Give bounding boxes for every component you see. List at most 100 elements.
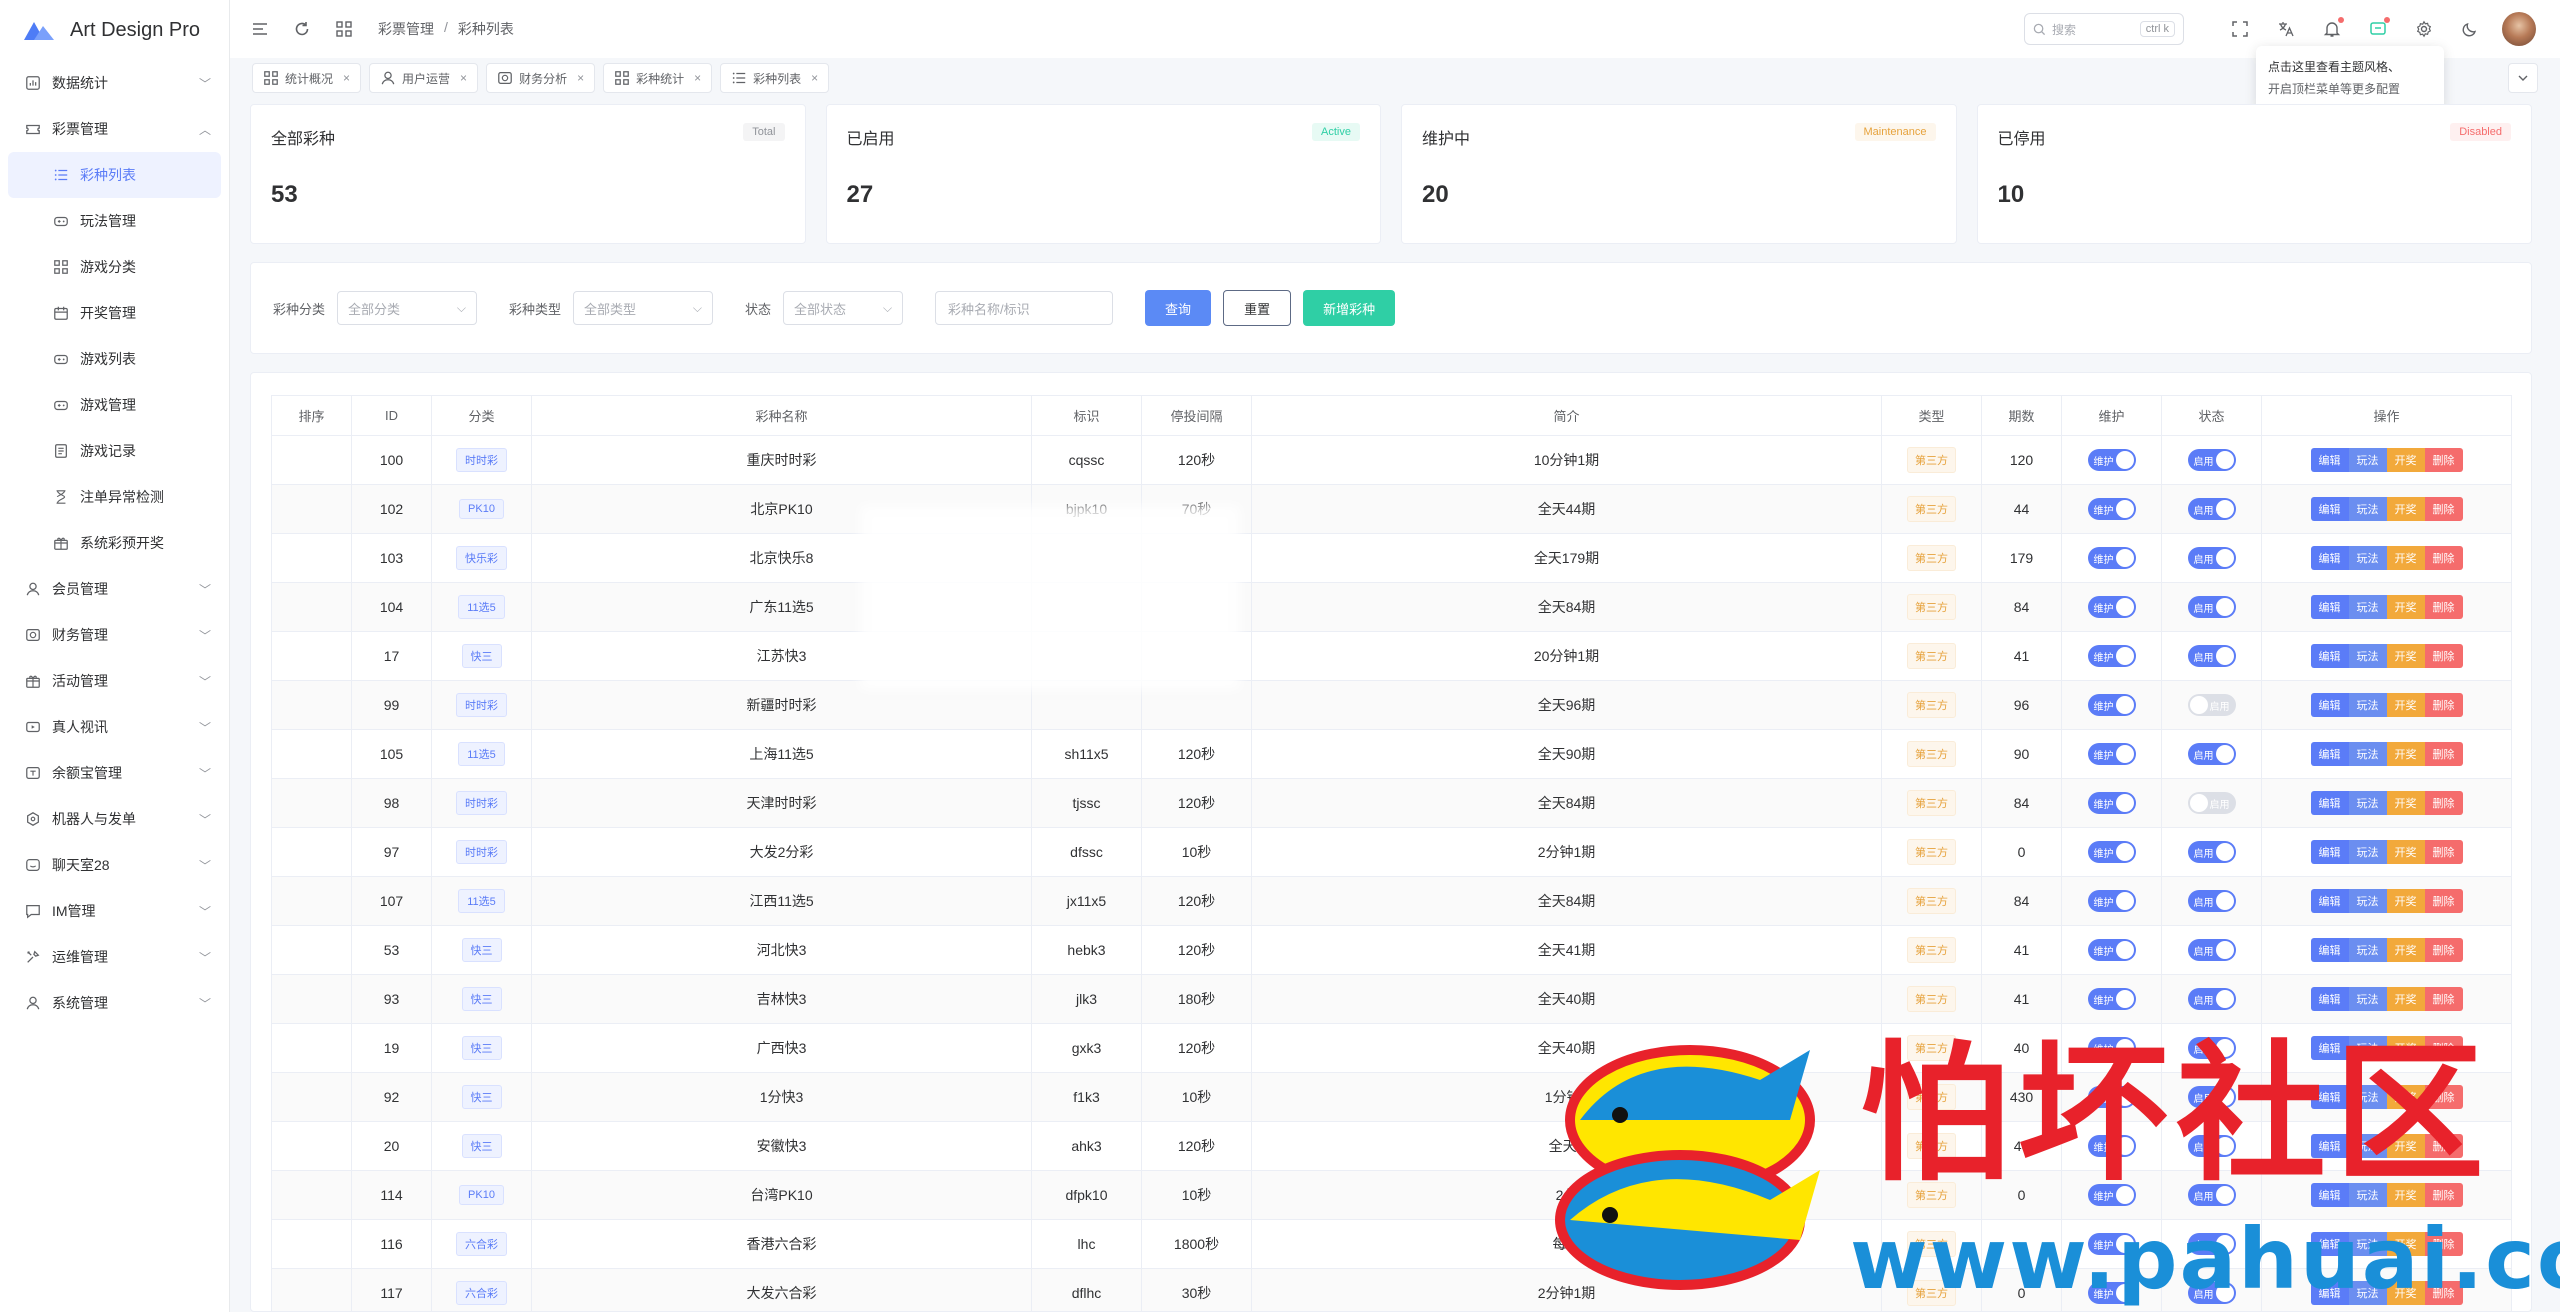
edit-button[interactable]: 编辑 (2310, 791, 2349, 815)
sidebar-subitem-1-3[interactable]: 开奖管理 (8, 290, 221, 336)
close-icon[interactable]: × (460, 71, 467, 85)
sidebar-item-2[interactable]: 会员管理 ﹀ (0, 566, 229, 612)
refresh-icon[interactable] (290, 17, 314, 41)
translate-icon[interactable] (2272, 15, 2300, 43)
delete-button[interactable]: 删除 (2424, 693, 2463, 717)
notification-bell-icon[interactable] (2318, 15, 2346, 43)
status-switch[interactable]: 启用 (2187, 1282, 2236, 1304)
sidebar-item-3[interactable]: 财务管理 ﹀ (0, 612, 229, 658)
maintenance-switch[interactable]: 维护 (2087, 645, 2136, 667)
user-avatar[interactable] (2502, 12, 2536, 46)
play-rules-button[interactable]: 玩法 (2348, 840, 2387, 864)
maintenance-switch[interactable]: 维护 (2087, 1184, 2136, 1206)
status-switch[interactable]: 启用 (2187, 694, 2236, 716)
maintenance-switch[interactable]: 维护 (2087, 890, 2136, 912)
maintenance-switch[interactable]: 维护 (2087, 988, 2136, 1010)
sidebar-subitem-1-5[interactable]: 游戏管理 (8, 382, 221, 428)
app-logo[interactable]: Art Design Pro (0, 0, 229, 60)
tab-0[interactable]: 统计概况 × (252, 63, 362, 93)
maintenance-switch[interactable]: 维护 (2087, 939, 2136, 961)
edit-button[interactable]: 编辑 (2310, 1281, 2349, 1305)
delete-button[interactable]: 删除 (2424, 889, 2463, 913)
delete-button[interactable]: 删除 (2424, 987, 2463, 1011)
play-rules-button[interactable]: 玩法 (2348, 987, 2387, 1011)
sidebar-subitem-1-0[interactable]: 彩种列表 (8, 152, 221, 198)
keyword-input[interactable]: 彩种名称/标识 (935, 291, 1114, 325)
draw-button[interactable]: 开奖 (2386, 742, 2425, 766)
settings-gear-icon[interactable] (2410, 15, 2438, 43)
status-switch[interactable]: 启用 (2187, 1184, 2236, 1206)
delete-button[interactable]: 删除 (2424, 938, 2463, 962)
add-lottery-button[interactable]: 新增彩种 (1303, 290, 1396, 326)
status-switch[interactable]: 启用 (2187, 841, 2236, 863)
draw-button[interactable]: 开奖 (2386, 1281, 2425, 1305)
tabs-more-chevron-icon[interactable] (2508, 63, 2538, 93)
play-rules-button[interactable]: 玩法 (2348, 1183, 2387, 1207)
edit-button[interactable]: 编辑 (2310, 889, 2349, 913)
maintenance-switch[interactable]: 维护 (2087, 841, 2136, 863)
play-rules-button[interactable]: 玩法 (2348, 693, 2387, 717)
draw-button[interactable]: 开奖 (2386, 987, 2425, 1011)
edit-button[interactable]: 编辑 (2310, 497, 2349, 521)
maintenance-switch[interactable]: 维护 (2087, 792, 2136, 814)
sidebar-subitem-1-7[interactable]: 注单异常检测 (8, 474, 221, 520)
edit-button[interactable]: 编辑 (2310, 1183, 2349, 1207)
tab-4[interactable]: 彩种列表 × (720, 63, 830, 93)
dark-mode-moon-icon[interactable] (2456, 15, 2484, 43)
maintenance-switch[interactable]: 维护 (2087, 498, 2136, 520)
draw-button[interactable]: 开奖 (2386, 546, 2425, 570)
edit-button[interactable]: 编辑 (2310, 987, 2349, 1011)
delete-button[interactable]: 删除 (2424, 1134, 2463, 1158)
status-switch[interactable]: 启用 (2187, 1135, 2236, 1157)
play-rules-button[interactable]: 玩法 (2348, 791, 2387, 815)
close-icon[interactable]: × (343, 71, 350, 85)
status-switch[interactable]: 启用 (2187, 988, 2236, 1010)
status-switch[interactable]: 启用 (2187, 890, 2236, 912)
maintenance-switch[interactable]: 维护 (2087, 1282, 2136, 1304)
status-switch[interactable]: 启用 (2187, 792, 2236, 814)
delete-button[interactable]: 删除 (2424, 840, 2463, 864)
apps-grid-icon[interactable] (332, 17, 356, 41)
sidebar-item-10[interactable]: 运维管理 ﹀ (0, 934, 229, 980)
draw-button[interactable]: 开奖 (2386, 1085, 2425, 1109)
play-rules-button[interactable]: 玩法 (2348, 644, 2387, 668)
delete-button[interactable]: 删除 (2424, 742, 2463, 766)
close-icon[interactable]: × (577, 71, 584, 85)
sidebar-subitem-1-1[interactable]: 玩法管理 (8, 198, 221, 244)
sidebar-item-0[interactable]: 数据统计 ﹀ (0, 60, 229, 106)
sidebar-item-5[interactable]: 真人视讯 ﹀ (0, 704, 229, 750)
edit-button[interactable]: 编辑 (2310, 546, 2349, 570)
play-rules-button[interactable]: 玩法 (2348, 1134, 2387, 1158)
edit-button[interactable]: 编辑 (2310, 448, 2349, 472)
draw-button[interactable]: 开奖 (2386, 693, 2425, 717)
draw-button[interactable]: 开奖 (2386, 1134, 2425, 1158)
tab-2[interactable]: 财务分析 × (486, 63, 596, 93)
sidebar-item-8[interactable]: 聊天室28 ﹀ (0, 842, 229, 888)
breadcrumb-item[interactable]: 彩票管理 (378, 19, 434, 39)
close-icon[interactable]: × (811, 71, 818, 85)
sidebar-item-6[interactable]: 余额宝管理 ﹀ (0, 750, 229, 796)
draw-button[interactable]: 开奖 (2386, 644, 2425, 668)
tab-3[interactable]: 彩种统计 × (603, 63, 713, 93)
sidebar-item-1[interactable]: 彩票管理 ︿ (0, 106, 229, 152)
edit-button[interactable]: 编辑 (2310, 693, 2349, 717)
status-switch[interactable]: 启用 (2187, 1037, 2236, 1059)
sidebar-item-11[interactable]: 系统管理 ﹀ (0, 980, 229, 1026)
edit-button[interactable]: 编辑 (2310, 595, 2349, 619)
status-switch[interactable]: 启用 (2187, 449, 2236, 471)
status-switch[interactable]: 启用 (2187, 645, 2236, 667)
sidebar-subitem-1-8[interactable]: 系统彩预开奖 (8, 520, 221, 566)
draw-button[interactable]: 开奖 (2386, 448, 2425, 472)
sidebar-subitem-1-6[interactable]: 游戏记录 (8, 428, 221, 474)
delete-button[interactable]: 删除 (2424, 644, 2463, 668)
draw-button[interactable]: 开奖 (2386, 1232, 2425, 1256)
status-switch[interactable]: 启用 (2187, 498, 2236, 520)
play-rules-button[interactable]: 玩法 (2348, 1281, 2387, 1305)
delete-button[interactable]: 删除 (2424, 1232, 2463, 1256)
play-rules-button[interactable]: 玩法 (2348, 1085, 2387, 1109)
chat-icon[interactable] (2364, 15, 2392, 43)
sidebar-item-9[interactable]: IM管理 ﹀ (0, 888, 229, 934)
delete-button[interactable]: 删除 (2424, 497, 2463, 521)
maintenance-switch[interactable]: 维护 (2087, 1086, 2136, 1108)
delete-button[interactable]: 删除 (2424, 1085, 2463, 1109)
